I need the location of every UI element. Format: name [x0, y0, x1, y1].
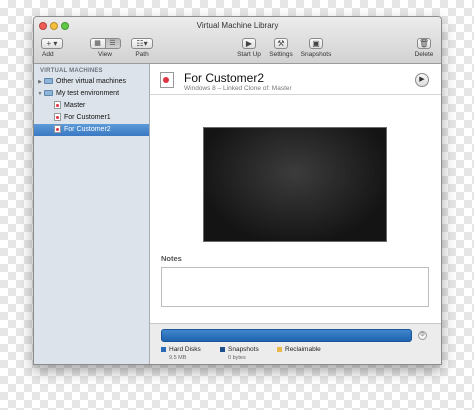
wrench-icon: ⚒ — [277, 39, 285, 48]
delete-button[interactable]: 🗑︎ — [417, 38, 431, 49]
disclosure-right-icon[interactable]: ▶ — [36, 76, 44, 88]
sidebar-item-label: Master — [64, 102, 86, 109]
legend-size: 0 bytes — [228, 355, 246, 361]
vm-subtitle: Windows 8 – Linked Clone of: Master — [184, 85, 292, 92]
settings-label: Settings — [269, 51, 293, 58]
sidebar-item-master[interactable]: Master — [34, 100, 149, 112]
path-icon: ☷▾ — [136, 39, 148, 48]
path-label: Path — [135, 51, 149, 58]
play-icon: ▶ — [245, 39, 253, 48]
vm-icon — [160, 72, 174, 88]
legend-reclaimable: Reclaimable — [277, 346, 321, 353]
sidebar-item-label: For Customer1 — [64, 114, 111, 121]
sidebar: VIRTUAL MACHINES ▶ Other virtual machines… — [34, 64, 150, 364]
start-up-button[interactable]: ▶ — [242, 38, 256, 49]
path-toolbar-item: ☷▾ Path — [130, 38, 154, 58]
disclosure-down-icon[interactable]: ▼ — [36, 88, 44, 100]
path-button[interactable]: ☷▾ — [131, 38, 153, 49]
vm-header: For Customer2 Windows 8 – Linked Clone o… — [150, 64, 441, 95]
add-button[interactable]: + ▾ — [41, 38, 63, 49]
settings-button[interactable]: ⚒ — [274, 38, 288, 49]
add-toolbar-item: + ▾ Add — [39, 38, 65, 58]
legend-label: Reclaimable — [285, 346, 321, 353]
notes-label: Notes — [161, 254, 182, 263]
view-toolbar-item: ▦ ☰ View — [89, 38, 121, 58]
sidebar-item-label: My test environment — [56, 90, 120, 97]
sidebar-item-for-customer2[interactable]: For Customer2 — [34, 124, 149, 136]
legend-size: 9.5 MB — [169, 355, 187, 361]
start-up-label: Start Up — [237, 51, 261, 58]
notes-field[interactable] — [161, 267, 429, 307]
vm-screen-thumbnail[interactable] — [203, 127, 387, 242]
vm-library-window: Virtual Machine Library + ▾ Add ▦ ☰ View… — [33, 16, 442, 365]
hard-disks-swatch — [161, 346, 166, 352]
delete-toolbar-item: 🗑︎ Delete — [412, 38, 436, 58]
legend-label: Snapshots — [228, 346, 259, 353]
snapshots-label: Snapshots — [300, 51, 332, 58]
add-label: Add — [42, 51, 54, 58]
vm-name: For Customer2 — [184, 71, 265, 85]
vm-detail-pane: For Customer2 Windows 8 – Linked Clone o… — [150, 64, 441, 364]
reclaimable-swatch — [277, 346, 282, 352]
folder-icon — [44, 78, 53, 85]
start-vm-button[interactable]: ▶ — [415, 73, 429, 87]
snapshots-swatch — [220, 346, 225, 352]
view-label: View — [98, 51, 112, 58]
title-bar: Virtual Machine Library + ▾ Add ▦ ☰ View… — [34, 17, 441, 64]
sidebar-item-my-test-environment[interactable]: ▼ My test environment — [34, 88, 149, 100]
snapshots-button[interactable]: ▣ — [309, 38, 323, 49]
snapshots-toolbar-item: ▣ Snapshots — [298, 38, 334, 58]
legend-label: Hard Disks — [169, 346, 201, 353]
disk-usage-panel: ⚙ Hard Disks 9.5 MB Snapshots 0 bytes Re… — [150, 323, 441, 364]
play-icon: ▶ — [419, 76, 425, 83]
vm-icon — [54, 113, 61, 122]
vm-icon — [54, 125, 61, 134]
legend-hard-disks: Hard Disks 9.5 MB — [161, 346, 201, 361]
settings-toolbar-item: ⚒ Settings — [266, 38, 296, 58]
window-title: Virtual Machine Library — [196, 21, 279, 30]
trash-icon: 🗑︎ — [418, 39, 430, 48]
camera-icon: ▣ — [312, 39, 320, 48]
sidebar-item-other-virtual-machines[interactable]: ▶ Other virtual machines — [34, 76, 149, 88]
delete-label: Delete — [414, 51, 434, 58]
legend-snapshots: Snapshots 0 bytes — [220, 346, 259, 361]
sidebar-item-label: Other virtual machines — [56, 78, 127, 85]
sidebar-header: VIRTUAL MACHINES — [40, 68, 103, 74]
grid-view-icon[interactable]: ▦ — [90, 39, 105, 48]
view-segmented-control[interactable]: ▦ ☰ — [89, 38, 121, 49]
list-view-icon[interactable]: ☰ — [104, 39, 120, 48]
vm-icon — [54, 101, 61, 110]
sidebar-item-for-customer1[interactable]: For Customer1 — [34, 112, 149, 124]
folder-icon — [44, 90, 53, 97]
disk-usage-bar — [161, 329, 412, 342]
start-up-toolbar-item: ▶ Start Up — [234, 38, 264, 58]
reclaim-options-icon[interactable]: ⚙ — [418, 331, 427, 340]
sidebar-item-label: For Customer2 — [64, 126, 111, 133]
